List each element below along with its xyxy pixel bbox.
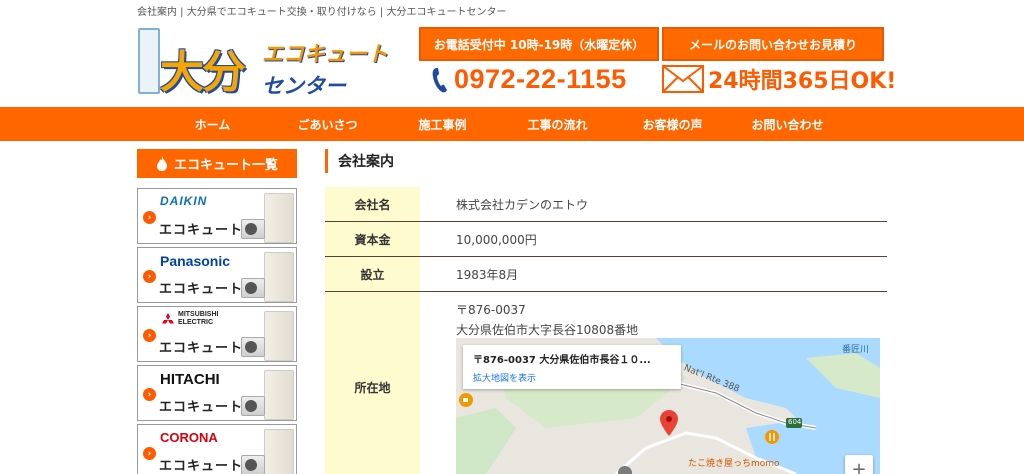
nav-reviews[interactable]: お客様の声 — [615, 107, 730, 141]
address-line: 大分県佐伯市大字長谷10808番地 — [456, 323, 639, 337]
hitachi-logo: HITACHI — [160, 371, 220, 388]
logo-big-text: 大分 — [160, 47, 246, 98]
table-row: 資本金 10,000,000円 — [325, 222, 887, 257]
cafe-icon[interactable] — [459, 393, 473, 407]
mail-icon — [662, 65, 704, 93]
nav-works[interactable]: 施工事例 — [385, 107, 500, 141]
flame-icon — [156, 156, 167, 171]
sidebar-heading-text: エコキュート一覧 — [173, 158, 278, 173]
mitsubishi-logo: MITSUBISHI ELECTRIC — [178, 311, 219, 326]
row-label-company: 会社名 — [325, 187, 420, 221]
page-title: 会社案内 — [325, 149, 394, 173]
logo-top-text: エコキュート — [262, 42, 388, 66]
site-logo[interactable]: 大分 エコキュート センター — [138, 24, 408, 100]
phone-number-link[interactable]: 0972-22-1155 — [431, 64, 627, 95]
place-label[interactable]: たこ焼き屋っちmomo — [688, 456, 780, 469]
phone-icon — [432, 67, 447, 92]
table-row: 設立 1983年8月 — [325, 257, 887, 292]
restaurant-icon[interactable] — [765, 430, 779, 444]
map-info-popup: 〒876-0037 大分県佐伯市長谷１０... 拡大地図を表示 — [463, 345, 681, 389]
phone-hours-button[interactable]: お電話受付中 10時-19時（水曜定休） — [419, 27, 659, 61]
heat-pump-image — [241, 396, 265, 416]
place-marker-icon[interactable] — [618, 466, 632, 474]
brand-label: エコキュート — [159, 459, 244, 474]
chevron-right-icon: › — [143, 388, 156, 401]
phone-number: 0972-22-1155 — [454, 64, 627, 94]
row-label-address: 所在地 — [325, 292, 420, 474]
row-label-capital: 資本金 — [325, 222, 420, 256]
water-tank-image — [264, 311, 294, 361]
chevron-right-icon: › — [143, 270, 156, 283]
postal-code: 〒876-0037 — [456, 303, 526, 317]
route-number: 604 — [788, 418, 802, 426]
brand-card-corona[interactable]: CORONA › エコキュート — [137, 424, 297, 474]
main-nav: ホーム ごあいさつ 施工事例 工事の流れ お客様の声 お問い合わせ — [0, 107, 1024, 141]
row-label-founded: 設立 — [325, 257, 420, 291]
brand-label: エコキュート — [159, 282, 244, 297]
river-label: 番匠川 — [842, 345, 870, 355]
row-value-capital: 10,000,000円 — [456, 232, 537, 247]
row-value-company: 株式会社カデンのエトウ — [456, 197, 589, 212]
brand-card-hitachi[interactable]: HITACHI › エコキュート — [137, 365, 297, 421]
map-popup-title: 〒876-0037 大分県佐伯市長谷１０... — [473, 355, 651, 366]
nav-contact[interactable]: お問い合わせ — [730, 107, 845, 141]
mail-inquiry-button[interactable]: メールのお問い合わせお見積り — [662, 27, 884, 61]
logo-bottom-text: センター — [262, 74, 346, 98]
panasonic-logo: Panasonic — [160, 253, 231, 269]
embedded-map[interactable]: たこ焼き屋っちmomo 番匠川 Nat'l Rte 388 604 〒876-0… — [456, 338, 880, 474]
logo-tank-graphic — [138, 28, 160, 94]
location-pin-icon[interactable] — [660, 410, 678, 436]
zoom-in-button[interactable]: + — [845, 455, 873, 474]
chevron-right-icon: › — [143, 211, 156, 224]
row-value-founded: 1983年8月 — [456, 267, 519, 282]
heat-pump-image — [241, 278, 265, 298]
brand-card-mitsubishi[interactable]: MITSUBISHI ELECTRIC › エコキュート — [137, 306, 297, 362]
water-tank-image — [264, 193, 294, 243]
sidebar-heading: エコキュート一覧 — [137, 149, 297, 178]
water-tank-image — [264, 252, 294, 302]
brand-label: エコキュート — [159, 223, 244, 238]
mail-24h-text: 24時間365日OK! — [708, 69, 897, 94]
corona-logo: CORONA — [160, 430, 218, 445]
brand-label: エコキュート — [159, 341, 244, 356]
heat-pump-image — [241, 455, 265, 474]
brand-card-daikin[interactable]: DAIKIN › エコキュート — [137, 188, 297, 244]
nav-home[interactable]: ホーム — [155, 107, 270, 141]
heat-pump-image — [241, 219, 265, 239]
daikin-logo: DAIKIN — [160, 194, 208, 208]
nav-process[interactable]: 工事の流れ — [500, 107, 615, 141]
brand-label: エコキュート — [159, 400, 244, 415]
mitsubishi-diamonds-icon — [162, 313, 174, 324]
chevron-right-icon: › — [143, 329, 156, 342]
nav-greeting[interactable]: ごあいさつ — [270, 107, 385, 141]
heat-pump-image — [241, 337, 265, 357]
chevron-right-icon: › — [143, 447, 156, 460]
breadcrumb: 会社案内 | 大分県でエコキュート交換・取り付けなら | 大分エコキュートセンタ… — [137, 7, 507, 18]
mail-24h-link[interactable]: 24時間365日OK! — [662, 63, 896, 95]
brand-card-panasonic[interactable]: Panasonic › エコキュート — [137, 247, 297, 303]
water-tank-image — [264, 429, 294, 474]
map-enlarge-link[interactable]: 拡大地図を表示 — [473, 371, 671, 384]
water-tank-image — [264, 370, 294, 420]
table-row: 会社名 株式会社カデンのエトウ — [325, 187, 887, 222]
